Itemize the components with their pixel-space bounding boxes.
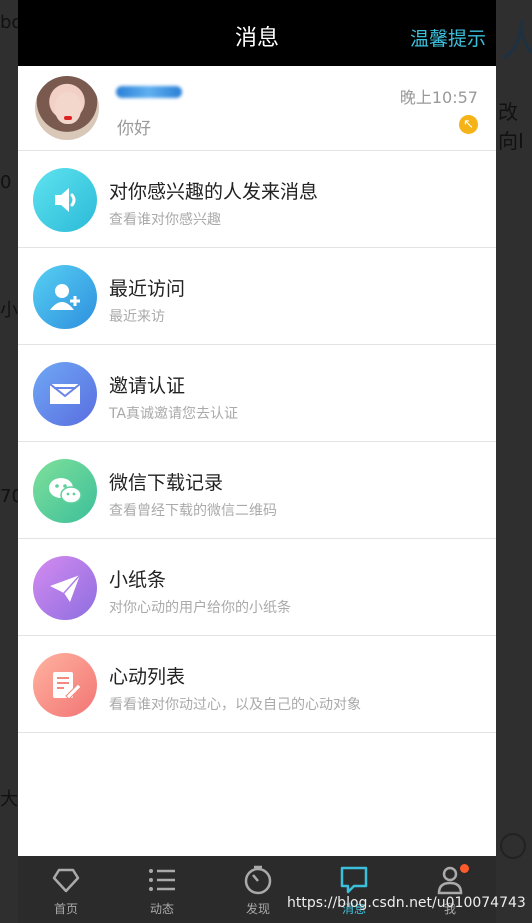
notification-dot	[460, 864, 469, 873]
bottom-tab-bar: 首页 动态 发现 消息 我	[18, 856, 496, 923]
tab-label: 首页	[53, 902, 78, 916]
heart-icon	[52, 868, 80, 893]
list-item-invite-verify[interactable]: 邀请认证 TA真诚邀请您去认证	[18, 345, 496, 442]
conversation-row[interactable]: 你好 晚上10:57 ↖	[18, 66, 496, 151]
item-subtitle: TA真诚邀请您去认证	[109, 406, 239, 422]
tab-label: 动态	[149, 902, 174, 916]
list-item-crush-list[interactable]: 心动列表 看看谁对你动过心，以及自己的心动对象	[18, 636, 496, 733]
redacted-username	[116, 86, 182, 98]
bg-text: 大	[0, 789, 18, 810]
header-bar: 消息 温馨提示	[18, 0, 496, 66]
compass-icon	[244, 865, 272, 895]
bg-text: 改向I	[498, 100, 524, 153]
list-item-interested-messages[interactable]: 对你感兴趣的人发来消息 查看谁对你感兴趣	[18, 151, 496, 248]
message-time: 晚上10:57	[399, 88, 478, 107]
bg-text: 小	[0, 300, 18, 321]
speaker-icon	[33, 168, 97, 232]
note-edit-icon	[33, 653, 97, 717]
smiley-icon	[500, 833, 526, 859]
item-title: 心动列表	[109, 666, 186, 688]
tips-link[interactable]: 温馨提示	[410, 24, 486, 51]
paper-plane-icon	[33, 556, 97, 620]
tab-me[interactable]: 我	[402, 856, 498, 923]
add-user-icon	[33, 265, 97, 329]
item-subtitle: 对你心动的用户给你的小纸条	[109, 600, 291, 616]
avatar[interactable]	[35, 76, 99, 140]
bg-glyph: 人	[500, 17, 532, 66]
list-icon	[149, 869, 175, 891]
bg-text: 0	[0, 172, 12, 193]
item-subtitle: 查看谁对你感兴趣	[109, 212, 221, 228]
arrow-badge-icon: ↖	[459, 115, 478, 134]
item-subtitle: 查看曾经下载的微信二维码	[109, 503, 277, 519]
item-title: 邀请认证	[109, 375, 186, 397]
item-title: 微信下载记录	[109, 472, 224, 494]
tab-discover[interactable]: 发现	[210, 856, 306, 923]
tab-messages[interactable]: 消息	[306, 856, 402, 923]
tab-feed[interactable]: 动态	[114, 856, 210, 923]
envelope-icon	[33, 362, 97, 426]
tab-home[interactable]: 首页	[18, 856, 114, 923]
watermark-text: https://blog.csdn.net/u010074743	[287, 895, 526, 911]
background-right-strip: 人 改向I	[496, 0, 532, 923]
item-title: 对你感兴趣的人发来消息	[109, 181, 319, 203]
list-item-recent-visits[interactable]: 最近访问 最近来访	[18, 248, 496, 345]
item-title: 最近访问	[109, 278, 186, 300]
messages-panel: 消息 温馨提示 你好 晚上10:57 ↖ 对你感兴趣的人发来消息 查看谁对你感兴…	[18, 0, 496, 856]
item-subtitle: 看看谁对你动过心，以及自己的心动对象	[109, 697, 361, 713]
chat-icon	[340, 866, 368, 894]
list-item-wechat-downloads[interactable]: 微信下载记录 查看曾经下载的微信二维码	[18, 442, 496, 539]
item-subtitle: 最近来访	[109, 309, 165, 325]
wechat-icon	[33, 459, 97, 523]
item-title: 小纸条	[109, 569, 167, 591]
list-item-notes[interactable]: 小纸条 对你心动的用户给你的小纸条	[18, 539, 496, 636]
last-message: 你好	[117, 119, 151, 139]
background-left-strip: bo 0 小 70 大	[0, 0, 23, 923]
